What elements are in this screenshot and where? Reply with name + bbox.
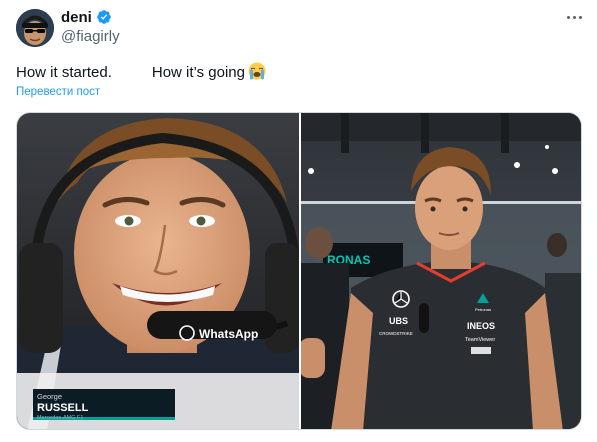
shirt-sponsor-petronas: Petronas: [475, 307, 491, 312]
author-handle[interactable]: @fiagirly: [61, 28, 120, 45]
avatar-image: [16, 9, 54, 47]
lower-third-last-name: RUSSELL: [37, 402, 89, 414]
tweet[interactable]: deni @fiagirly How it started. How it’s g…: [0, 0, 597, 442]
more-options-icon[interactable]: [561, 6, 587, 28]
headset-brand-text: WhatsApp: [199, 327, 258, 341]
tweet-text: How it started. How it’s going: [16, 62, 266, 83]
shirt-sponsor-teamviewer: TeamViewer: [465, 337, 495, 343]
photo-started: WhatsApp George RUSSELL Mercedes-AMG F1: [17, 113, 299, 429]
tweet-media: WhatsApp George RUSSELL Mercedes-AMG F1: [16, 112, 582, 430]
shirt-sponsor-ineos: INEOS: [467, 321, 495, 331]
avatar[interactable]: [16, 9, 54, 47]
media-photo-left[interactable]: WhatsApp George RUSSELL Mercedes-AMG F1: [17, 113, 299, 429]
translate-post-link[interactable]: Перевести пост: [16, 86, 100, 98]
tweet-text-part2: How it’s going: [151, 64, 245, 81]
display-name[interactable]: deni: [61, 9, 92, 26]
lower-third-first-name: George: [37, 392, 62, 401]
lower-third-team: Mercedes-AMG F1: [37, 415, 83, 421]
loudly-crying-face-emoji-icon: [248, 62, 266, 80]
media-photo-right[interactable]: RONAS UBS CROWDSTRIKE Petronas INEOS Tea…: [301, 113, 581, 429]
author-name-row: deni: [61, 8, 112, 26]
shirt-sponsor-crowdstrike: CROWDSTRIKE: [379, 331, 413, 336]
tweet-text-part1: How it started.: [16, 64, 112, 81]
shirt-sponsor-ubs: UBS: [389, 316, 408, 326]
photo-going: RONAS UBS CROWDSTRIKE Petronas INEOS Tea…: [301, 113, 581, 429]
verified-badge-icon: [97, 10, 111, 24]
